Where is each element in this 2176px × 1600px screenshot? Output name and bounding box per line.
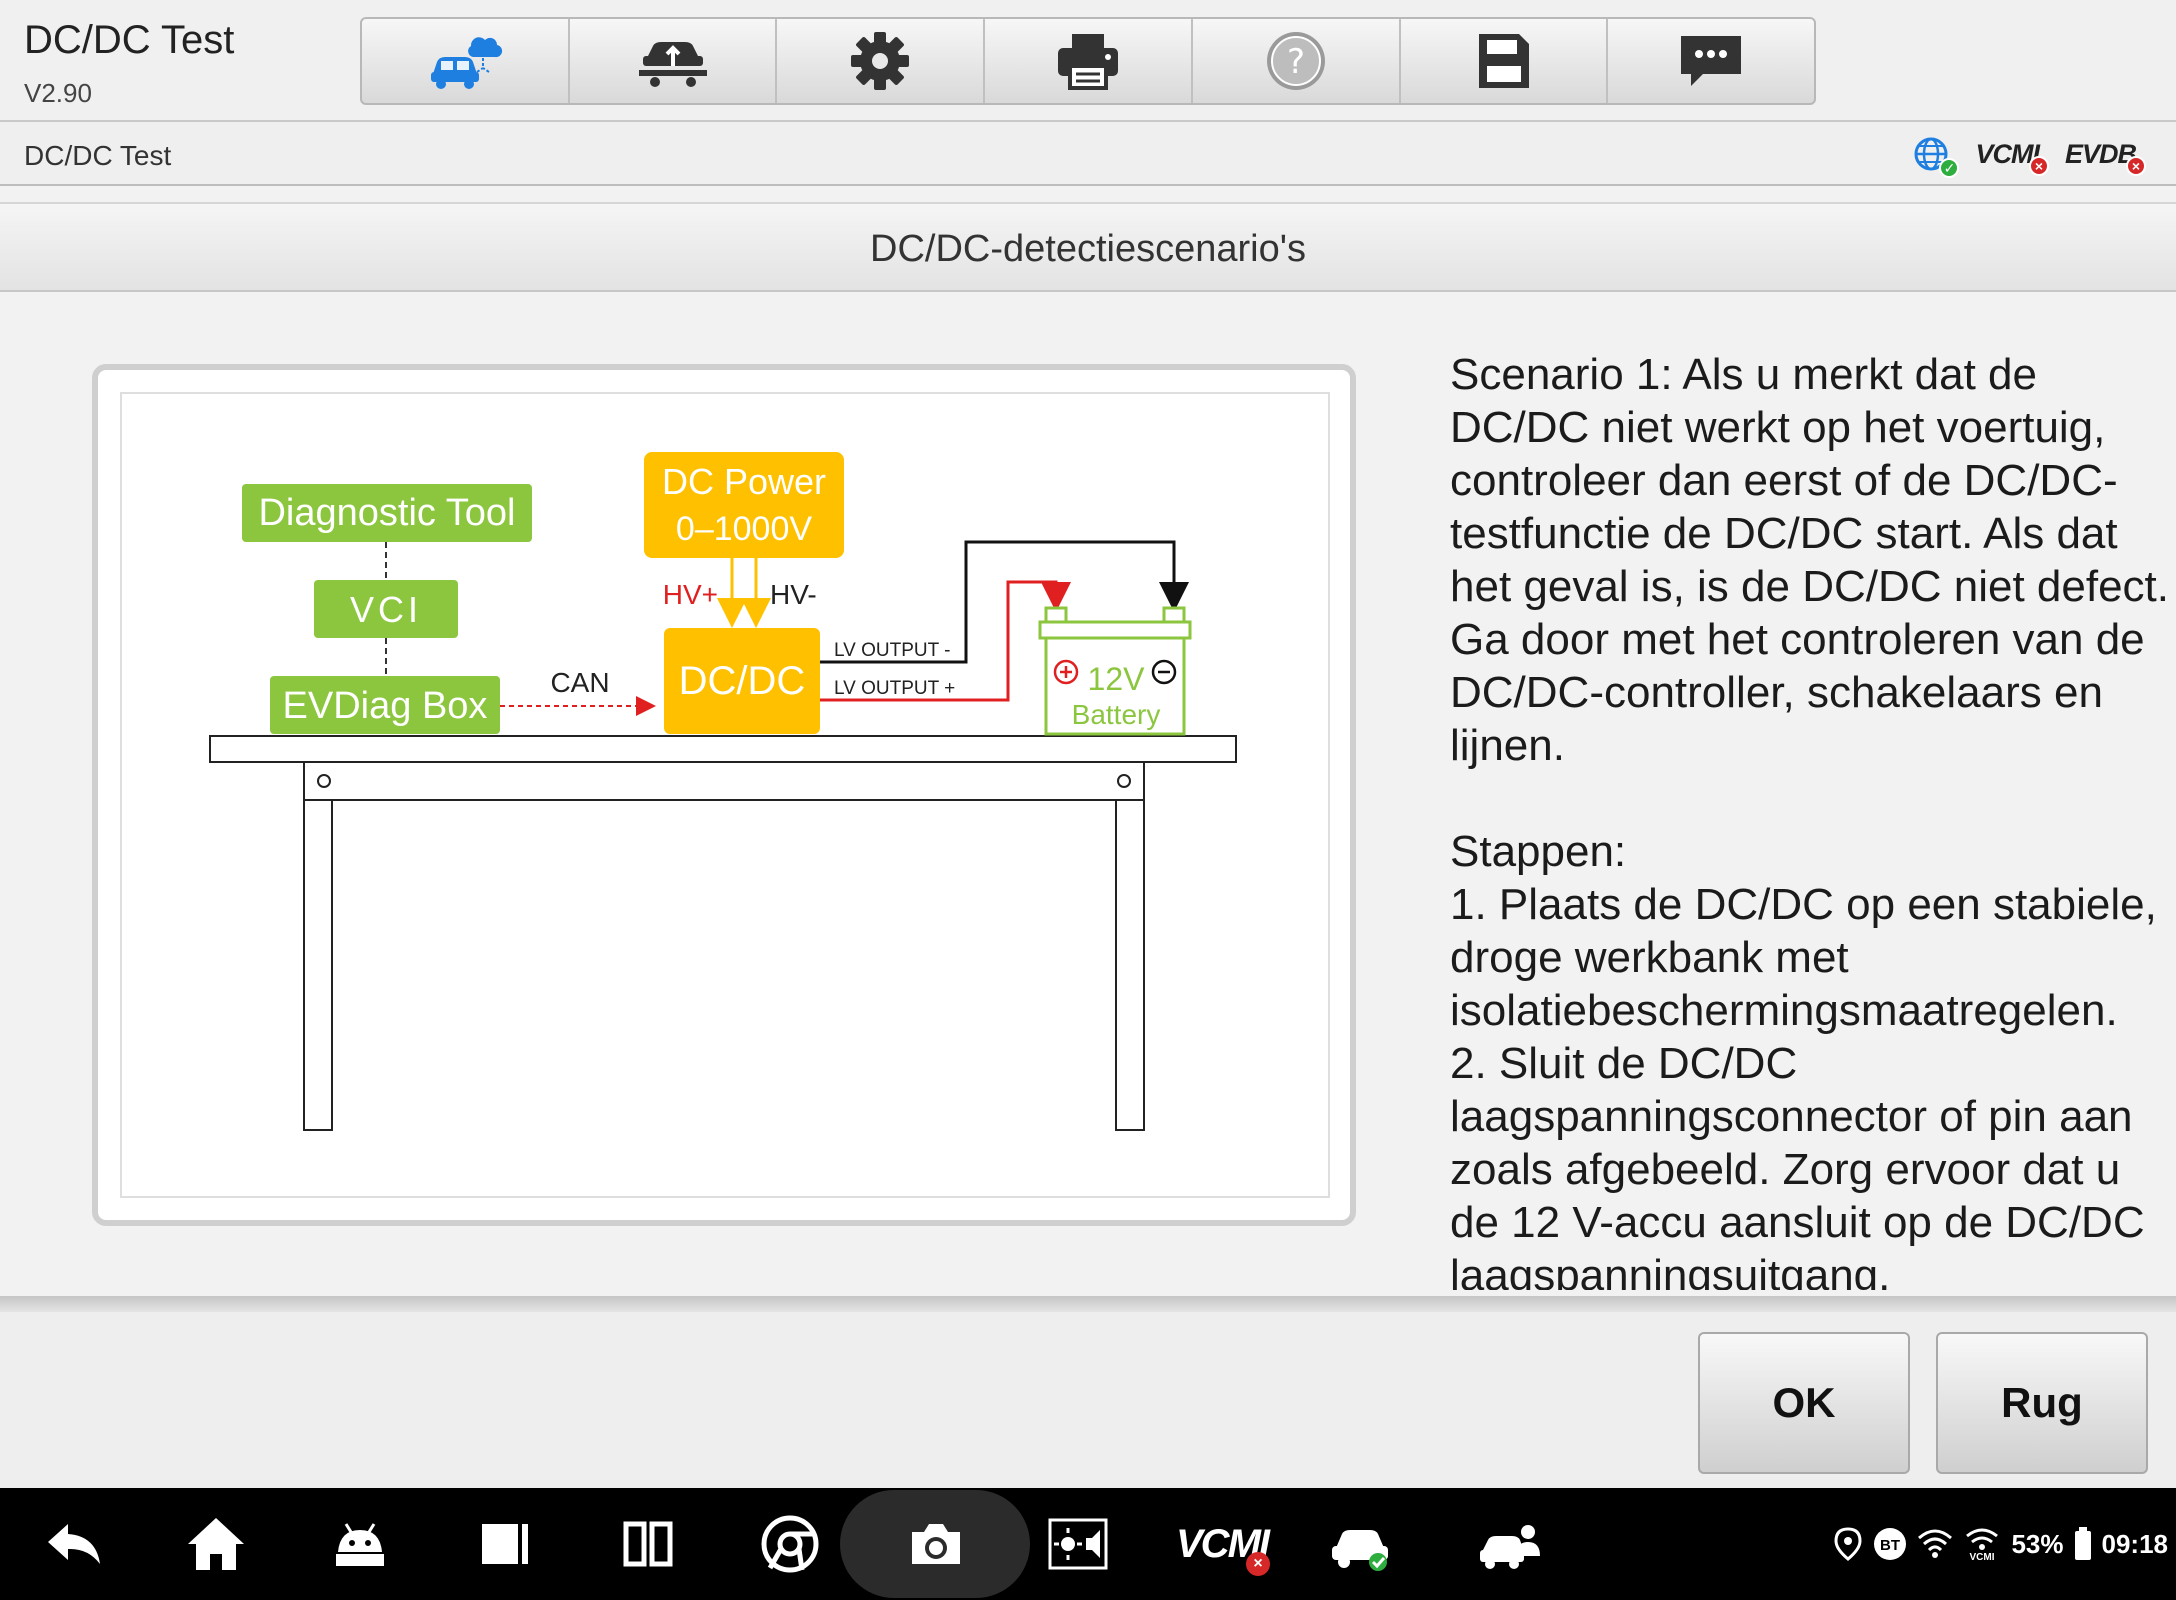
vcmi-status: VCMI × [1975, 139, 2049, 176]
system-tray: BT VCMI 53% 09:18 [1833, 1524, 2168, 1564]
message-icon [1681, 36, 1742, 86]
split-screen-icon [623, 1521, 673, 1567]
save-button[interactable] [1401, 19, 1609, 103]
hv-plus-label: HV+ [663, 579, 718, 610]
app-version: V2.90 [24, 78, 92, 108]
recent-apps-button[interactable] [466, 1506, 542, 1582]
diagnostic-tool-label: Diagnostic Tool [258, 492, 515, 534]
diagram-canvas: Diagnostic Tool VCI EVDiag Box CAN DC Po… [120, 392, 1330, 1198]
lv-output-minus-label: LV OUTPUT - [834, 640, 950, 661]
vcmi-wifi-icon: VCMI [1966, 1528, 1999, 1562]
content-area: Diagnostic Tool VCI EVDiag Box CAN DC Po… [0, 292, 2176, 1296]
battery-terminal [1162, 606, 1186, 624]
camera-icon [912, 1524, 960, 1564]
android-home-button[interactable] [322, 1506, 398, 1582]
steps-title: Stappen: [1450, 827, 1627, 876]
section-title-bar: DC/DC-detectiescenario's [0, 202, 2176, 292]
brightness-volume-icon [1048, 1518, 1108, 1570]
back-nav-button[interactable] [36, 1506, 112, 1582]
connection-status: ✓ VCMI × EVDB × [1913, 134, 2146, 178]
battery-label: Battery [1072, 699, 1161, 730]
bluetooth-icon: BT [1874, 1528, 1907, 1560]
disconnected-badge-icon: × [2126, 155, 2146, 176]
vehicle-lift-button[interactable] [570, 19, 778, 103]
instructions-panel[interactable]: Scenario 1: Als u merkt dat de DC/DC nie… [1450, 348, 2176, 1290]
back-button[interactable]: Rug [1936, 1332, 2148, 1474]
gear-icon [851, 32, 910, 90]
browser-button[interactable] [752, 1506, 828, 1582]
printer-icon [1058, 34, 1119, 90]
battery-voltage: 12V [1088, 661, 1146, 697]
evdiag-box-label: EVDiag Box [283, 685, 488, 727]
dc-power-range: 0–1000V [676, 510, 812, 548]
home-nav-button[interactable] [178, 1506, 254, 1582]
message-button[interactable] [1608, 19, 1814, 103]
main-toolbar: ? [360, 17, 1816, 105]
camera-nav[interactable] [898, 1506, 974, 1582]
car-icon [1332, 1530, 1388, 1571]
dcdc-label: DC/DC [679, 659, 806, 703]
hv-minus-label: HV- [770, 579, 817, 610]
section-title: DC/DC-detectiescenario's [870, 228, 1306, 270]
recent-apps-icon [482, 1524, 528, 1564]
car-user-icon [1480, 1525, 1540, 1569]
workbench-leg [1115, 799, 1145, 1131]
workbench-top [209, 735, 1237, 763]
svg-text:VCMI: VCMI [1970, 1552, 1995, 1562]
step-2: 2. Sluit de DC/DC laagspanningsconnector… [1450, 1039, 2145, 1290]
app-title: DC/DC Test [24, 18, 235, 62]
app-header: DC/DC Test V2.90 ? [0, 0, 2176, 120]
user-vehicle-button[interactable] [1472, 1506, 1548, 1582]
chrome-icon [761, 1515, 819, 1573]
breadcrumb-bar: DC/DC Test ✓ VCMI × EVDB × [0, 120, 2176, 186]
help-button[interactable]: ? [1193, 19, 1401, 103]
home-icon [188, 1518, 244, 1570]
vehicle-lift-icon [638, 42, 707, 87]
breadcrumb: DC/DC Test [24, 140, 172, 171]
step-1: 1. Plaats de DC/DC op een stabiele, drog… [1450, 880, 2157, 1035]
location-icon [1834, 1527, 1862, 1561]
can-label: CAN [550, 667, 609, 698]
print-button[interactable] [985, 19, 1193, 103]
workbench-apron [303, 761, 1145, 801]
disconnected-badge-icon: × [2028, 155, 2049, 176]
settings-button[interactable] [777, 19, 986, 103]
brightness-volume-button[interactable] [1040, 1506, 1116, 1582]
help-icon: ? [1266, 32, 1325, 90]
save-icon [1479, 34, 1530, 88]
back-arrow-icon [48, 1524, 100, 1564]
workbench-bolt [317, 774, 331, 788]
battery-lid [1038, 620, 1192, 640]
svg-text:BT: BT [1880, 1537, 1900, 1554]
connected-badge-icon: ✓ [1939, 158, 1960, 178]
battery-terminal [1044, 606, 1068, 624]
diagram-frame: Diagnostic Tool VCI EVDiag Box CAN DC Po… [92, 364, 1356, 1226]
vehicle-connection-button[interactable] [1322, 1506, 1398, 1582]
clock: 09:18 [2101, 1528, 2169, 1559]
svg-text:?: ? [1287, 42, 1305, 82]
battery-percent: 53% [2011, 1528, 2064, 1559]
scenario-text: Scenario 1: Als u merkt dat de DC/DC nie… [1450, 350, 2169, 770]
action-bar: OK Rug [0, 1312, 2176, 1488]
dc-power-label: DC Power [662, 461, 826, 502]
vehicle-cloud-button[interactable] [362, 19, 570, 103]
workbench-bolt [1117, 774, 1131, 788]
workbench-leg [303, 799, 333, 1131]
system-nav-bar: VCMI × BT VCMI 53% 09:18 [0, 1488, 2176, 1600]
connection-diagram: Diagnostic Tool VCI EVDiag Box CAN DC Po… [209, 452, 1237, 1131]
vci-label: VCI [350, 589, 422, 630]
vehicle-cloud-icon [430, 37, 502, 89]
wifi-icon [1918, 1529, 1953, 1558]
network-status: ✓ [1913, 136, 1960, 178]
content-divider [0, 1296, 2176, 1312]
lv-output-plus-label: LV OUTPUT + [834, 678, 955, 699]
ok-button[interactable]: OK [1698, 1332, 1910, 1474]
evdb-status: EVDB × [2065, 139, 2146, 176]
vcmi-disconnected-icon: × [1246, 1552, 1270, 1576]
battery-icon [2074, 1527, 2091, 1560]
android-icon [336, 1523, 384, 1566]
split-screen-button[interactable] [610, 1506, 686, 1582]
